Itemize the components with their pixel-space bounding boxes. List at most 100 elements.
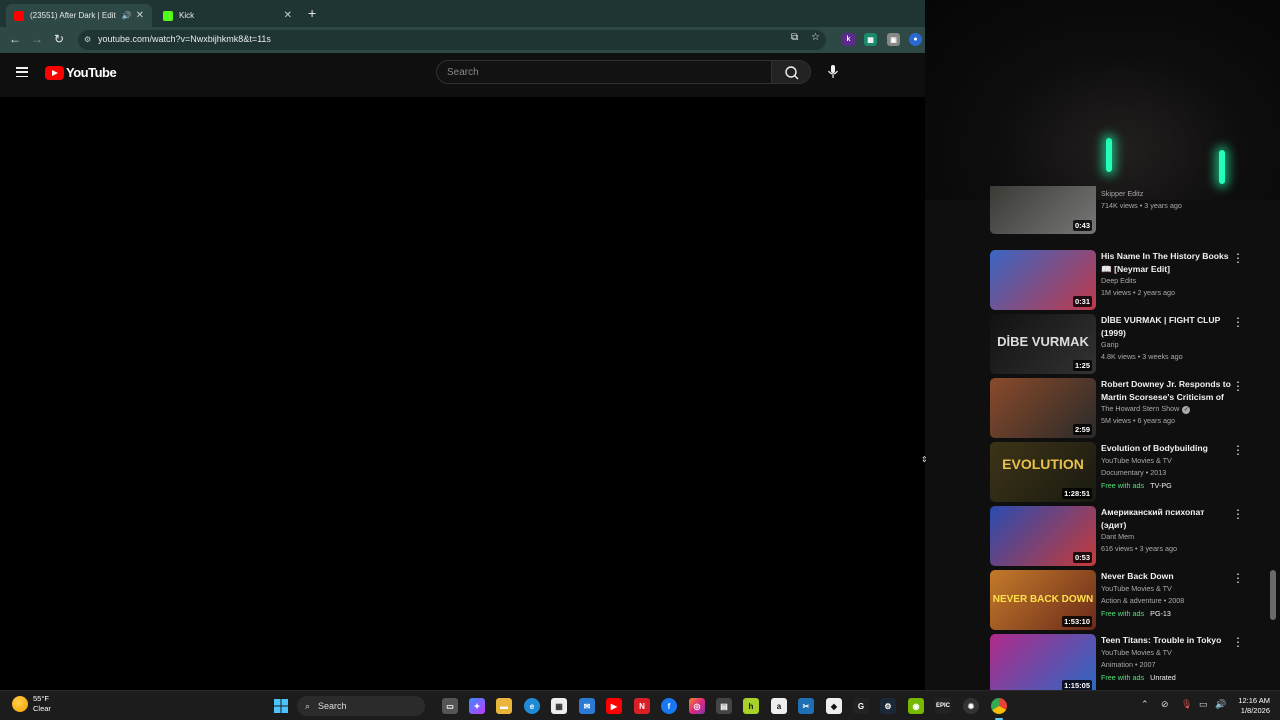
speaker-icon[interactable]: 🔊 (122, 11, 132, 20)
film-app-icon[interactable]: ▤ (716, 698, 732, 714)
edge-icon[interactable]: e (524, 698, 540, 714)
video-thumbnail[interactable]: 0:43 (990, 186, 1096, 234)
more-actions-icon[interactable]: ⋮ (1232, 316, 1244, 328)
recommendation-item[interactable]: 0:43 Skipper Editz 714K views • 3 years ag… (990, 186, 1250, 246)
mic-muted-icon[interactable]: 🎙 (1181, 699, 1192, 710)
file-explorer-icon[interactable]: ▬ (496, 698, 512, 714)
video-thumbnail[interactable]: 0:53 (990, 506, 1096, 566)
close-tab-icon[interactable]: ✕ (136, 10, 144, 21)
video-player[interactable] (0, 97, 925, 690)
facebook-icon[interactable]: f (661, 698, 677, 714)
free-with-ads-badge: Free with ads (1101, 480, 1145, 490)
video-title[interactable]: Never Back Down (1101, 570, 1231, 583)
more-actions-icon[interactable]: ⋮ (1232, 380, 1244, 392)
channel-name[interactable]: YouTube Movies & TV (1101, 648, 1172, 657)
roblox-icon[interactable]: ◆ (826, 698, 842, 714)
recommendation-item[interactable]: DİBE VURMAK 1:25 DİBE VURMAK | FIGHT CLUP … (990, 314, 1250, 374)
more-actions-icon[interactable]: ⋮ (1232, 636, 1244, 648)
video-thumbnail[interactable]: EVOLUTION 1:28:51 (990, 442, 1096, 502)
channel-name[interactable]: Garip (1101, 340, 1119, 349)
copilot-icon[interactable]: ✦ (469, 698, 485, 714)
volume-icon[interactable]: 🔊 (1215, 699, 1226, 710)
google-icon[interactable]: G (853, 698, 869, 714)
instagram-icon[interactable]: ◎ (689, 698, 705, 714)
video-duration: 1:53:10 (1062, 616, 1092, 627)
scrollbar-thumb[interactable] (1270, 570, 1276, 620)
install-app-icon[interactable]: ⧉ (791, 32, 798, 43)
video-title[interactable]: Evolution of Bodybuilding (1101, 442, 1231, 455)
channel-name[interactable]: Skipper Editz (1101, 189, 1143, 198)
windows-start-icon[interactable] (273, 698, 289, 714)
new-tab-button[interactable]: + (308, 5, 316, 21)
settings-icon[interactable]: ✹ (963, 698, 979, 714)
task-view-icon[interactable]: ▭ (442, 698, 458, 714)
more-actions-icon[interactable]: ⋮ (1232, 572, 1244, 584)
recommendation-item[interactable]: NEVER BACK DOWN 1:53:10 Never Back Down You… (990, 570, 1250, 630)
channel-name[interactable]: Dant Mem (1101, 532, 1134, 541)
tab-kick[interactable]: Kick ✕ (155, 4, 300, 27)
close-tab-icon[interactable]: ✕ (284, 10, 292, 21)
video-title[interactable]: Американский психопат (эдит) (1101, 506, 1231, 531)
recommendation-item[interactable]: 0:53 Американский психопат (эдит) Dant Mem… (990, 506, 1250, 566)
reload-icon[interactable]: ↻ (54, 32, 64, 46)
search-input[interactable] (447, 65, 747, 79)
show-hidden-icons-icon[interactable]: ⌃ (1141, 699, 1149, 710)
notifications-off-icon[interactable]: ⊘ (1161, 699, 1169, 710)
search-button[interactable] (771, 60, 811, 84)
site-info-icon[interactable]: ⚙ (84, 35, 91, 44)
video-thumbnail[interactable]: DİBE VURMAK 1:25 (990, 314, 1096, 374)
video-thumbnail[interactable]: 2:59 (990, 378, 1096, 438)
channel-name[interactable]: The Howard Stern Show (1101, 404, 1179, 413)
bookmark-star-icon[interactable]: ☆ (811, 32, 820, 43)
system-clock[interactable]: 12:16 AM 1/8/2026 (1232, 696, 1270, 716)
channel-name[interactable]: YouTube Movies & TV (1101, 456, 1172, 465)
hamburger-menu-icon[interactable] (16, 67, 28, 78)
recommendation-item[interactable]: 2:59 Robert Downey Jr. Responds to Martin… (990, 378, 1250, 438)
extension-k-icon[interactable]: k (842, 33, 855, 46)
more-actions-icon[interactable]: ⋮ (1232, 252, 1244, 264)
network-icon[interactable]: ▭ (1199, 699, 1208, 710)
netflix-icon[interactable]: N (634, 698, 650, 714)
hulu-icon[interactable]: h (743, 698, 759, 714)
mail-icon[interactable]: ✉ (579, 698, 595, 714)
youtube-app-icon[interactable]: ▶ (606, 698, 622, 714)
youtube-logo[interactable]: YouTube (45, 65, 117, 80)
more-actions-icon[interactable]: ⋮ (1232, 444, 1244, 456)
profile-avatar-icon[interactable]: ● (909, 33, 922, 46)
extension-puzzle-icon[interactable]: ▣ (887, 33, 900, 46)
epic-games-icon[interactable]: EPIC (935, 698, 951, 714)
back-icon[interactable]: ← (9, 32, 21, 46)
channel-name[interactable]: Deep Edits (1101, 276, 1136, 285)
weather-desc: Clear (33, 704, 51, 713)
weather-widget[interactable]: 55°F Clear (12, 694, 51, 714)
video-thumbnail[interactable]: 1:15:05 (990, 634, 1096, 694)
video-thumbnail[interactable]: 0:31 (990, 250, 1096, 310)
video-title[interactable]: His Name In The History Books 📖 [Neymar … (1101, 250, 1231, 275)
video-thumbnail[interactable]: NEVER BACK DOWN 1:53:10 (990, 570, 1096, 630)
channel-name[interactable]: YouTube Movies & TV (1101, 584, 1172, 593)
nvidia-icon[interactable]: ◉ (908, 698, 924, 714)
video-title[interactable]: DİBE VURMAK | FIGHT CLUP (1999) (1101, 314, 1231, 339)
more-actions-icon[interactable]: ⋮ (1232, 508, 1244, 520)
video-title[interactable]: Robert Downey Jr. Responds to Martin Sco… (1101, 378, 1231, 403)
tab-youtube[interactable]: (23551) After Dark | Edit - E 🔊 ✕ (6, 4, 152, 27)
taskbar-search[interactable]: ⌕ Search (297, 696, 425, 716)
voice-search-button[interactable] (822, 61, 844, 83)
recommendation-item[interactable]: 0:31 His Name In The History Books 📖 [Ney… (990, 250, 1250, 310)
video-title[interactable]: Teen Titans: Trouble in Tokyo (1101, 634, 1231, 647)
recommendation-item[interactable]: EVOLUTION 1:28:51 Evolution of Bodybuildin… (990, 442, 1250, 502)
forward-icon[interactable]: → (31, 32, 43, 46)
recommendation-item[interactable]: 1:15:05 Teen Titans: Trouble in Tokyo YouT… (990, 634, 1250, 694)
channel-line: YouTube Movies & TV (1101, 647, 1231, 659)
store-icon[interactable]: ▦ (551, 698, 567, 714)
amazon-icon[interactable]: a (771, 698, 787, 714)
video-meta: DİBE VURMAK | FIGHT CLUP (1999) Garip 4.8K… (1101, 314, 1231, 363)
content-rating: Unrated (1150, 672, 1176, 682)
address-bar[interactable]: ⚙ youtube.com/watch?v=Nwxbijhkmk8&t=11s (78, 30, 826, 50)
extension-counter-icon[interactable]: ▦ (864, 33, 877, 46)
thumbnail-text: NEVER BACK DOWN (992, 594, 1094, 605)
snipping-tool-icon[interactable]: ✂ (798, 698, 814, 714)
steam-icon[interactable]: ⚙ (880, 698, 896, 714)
chrome-icon[interactable] (991, 698, 1007, 714)
search-icon: ⌕ (305, 700, 311, 711)
